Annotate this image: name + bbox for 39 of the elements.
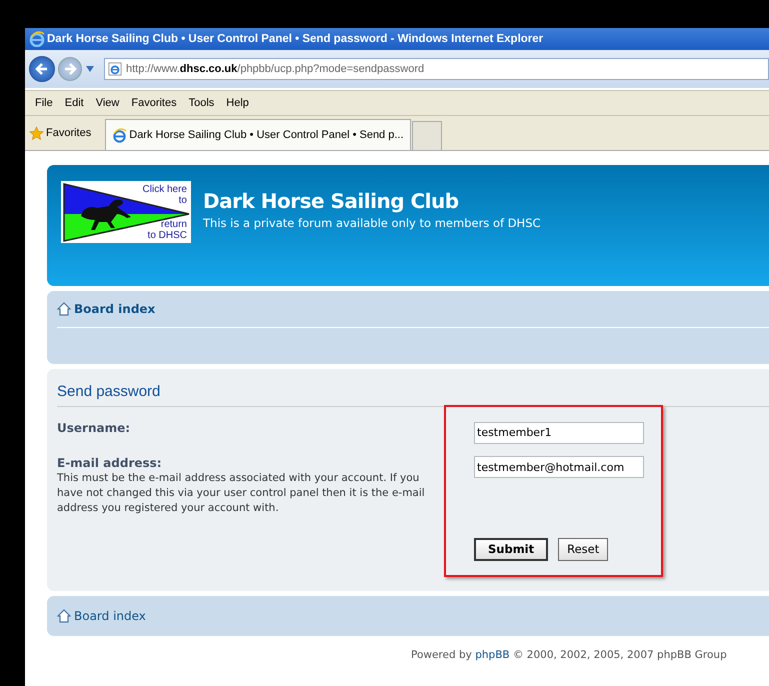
browser-logo-icon <box>29 31 45 47</box>
home-icon <box>57 609 71 623</box>
back-button[interactable] <box>29 56 55 82</box>
board-index-link[interactable]: Board index <box>74 302 156 316</box>
submit-button[interactable]: Submit <box>474 538 548 560</box>
home-icon <box>57 302 71 316</box>
page-icon <box>108 62 122 76</box>
logo-text: to DHSC <box>148 230 187 241</box>
input-field[interactable]: testmember1 <box>474 422 644 444</box>
left-arrow-icon <box>35 62 49 76</box>
menu-item[interactable]: Help <box>220 97 255 109</box>
logo-text: Click here <box>142 184 187 195</box>
menu-item[interactable]: View <box>90 97 126 109</box>
history-dropdown-icon[interactable] <box>85 65 95 73</box>
window-title: Dark Horse Sailing Club • User Control Panel • Send password - Windows Internet Explorer <box>47 33 544 45</box>
input-field[interactable]: testmember@hotmail.com <box>474 456 644 478</box>
star-icon <box>29 126 44 140</box>
club-logo[interactable]: Click here to return to DHSC <box>61 181 191 243</box>
section-heading: Send password <box>57 383 769 407</box>
menu-item[interactable]: Favorites <box>125 97 183 109</box>
field-explanation: This must be the e-mail address associated with your account. If you have not changed this via your user control panel then it is the e-mail address you registered your account with. <box>57 470 426 516</box>
reset-button[interactable]: Reset <box>558 538 608 560</box>
favorites-button[interactable]: Favorites <box>29 126 100 140</box>
logo-text: return <box>160 219 187 230</box>
menu-item[interactable]: Tools <box>182 97 220 109</box>
logo-text: to <box>178 195 187 206</box>
browser-logo-icon <box>112 128 128 142</box>
copyright-text: Powered by phpBB © 2000, 2002, 2005, 2007 phpBB Group <box>411 649 728 661</box>
field-label: E-mail address: <box>57 456 163 470</box>
site-title: Dark Horse Sailing Club <box>203 189 460 213</box>
right-arrow-icon <box>63 62 77 76</box>
browser-tab[interactable]: Dark Horse Sailing Club • User Control Panel • Send p... <box>105 119 411 150</box>
menu-item[interactable]: Edit <box>58 97 90 109</box>
board-index-link[interactable]: Board index <box>74 609 146 623</box>
menu-item[interactable]: File <box>29 97 59 109</box>
field-label: Username: <box>57 421 132 435</box>
address-field[interactable]: http://www.dhsc.co.uk/phpbb/ucp.php?mode=sendpassword <box>104 58 769 80</box>
site-description: This is a private forum available only to members of DHSC <box>203 216 541 230</box>
phpbb-link[interactable]: phpBB <box>475 649 510 661</box>
